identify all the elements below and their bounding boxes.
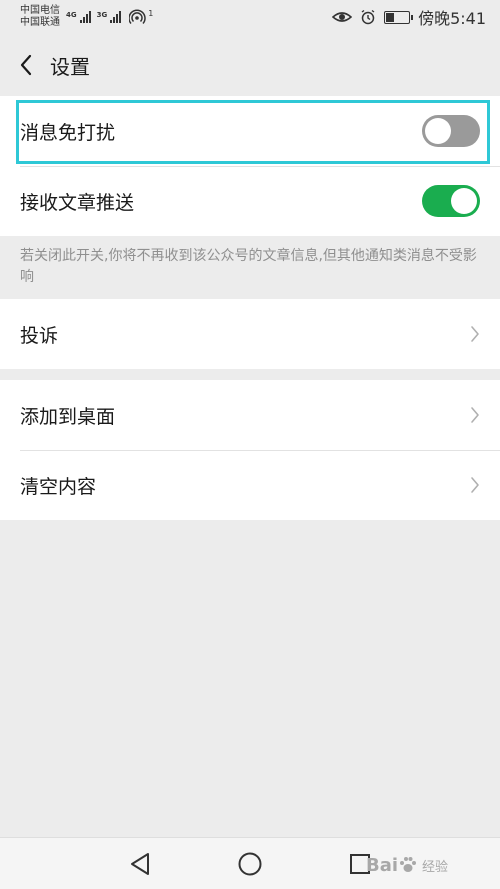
nav-home-button[interactable] (235, 849, 265, 879)
status-bar: 中国电信 中国联通 4G 3G 1 傍晚5:41 (0, 0, 500, 34)
chevron-right-icon (471, 407, 479, 423)
signal-icon (79, 11, 91, 23)
header: 设置 (0, 34, 500, 96)
watermark-sub: 经验 (422, 859, 449, 875)
signal-2: 3G (97, 11, 122, 23)
carrier-1: 中国电信 (20, 5, 60, 16)
back-button[interactable] (4, 34, 48, 96)
clear-content-label: 清空内容 (20, 475, 97, 498)
dnd-row[interactable]: 消息免打扰 (0, 96, 500, 166)
add-desktop-label: 添加到桌面 (20, 405, 116, 428)
status-time: 傍晚5:41 (418, 9, 486, 28)
push-toggle[interactable] (422, 185, 480, 217)
dnd-label: 消息免打扰 (20, 121, 116, 144)
watermark-text: Bai (366, 854, 399, 876)
add-desktop-row[interactable]: 添加到桌面 (0, 380, 500, 450)
carrier-names: 中国电信 中国联通 (20, 5, 60, 29)
dnd-toggle[interactable] (422, 115, 480, 147)
toggle-knob (425, 118, 451, 144)
clear-content-row[interactable]: 清空内容 (0, 450, 500, 520)
complain-row[interactable]: 投诉 (0, 299, 500, 369)
hotspot-count: 1 (148, 9, 154, 18)
back-triangle-icon (131, 852, 149, 875)
complain-group: 投诉 (0, 299, 500, 369)
eye-icon (332, 12, 353, 22)
net-type-2: 3G (96, 11, 108, 19)
nav-back-button[interactable] (125, 849, 155, 879)
carrier-2: 中国联通 (20, 17, 60, 28)
push-note: 若关闭此开关,你将不再收到该公众号的文章信息,但其他通知类消息不受影响 (20, 248, 477, 285)
hotspot-icon (129, 9, 146, 24)
push-row[interactable]: 接收文章推送 (0, 166, 500, 236)
paw-icon (400, 857, 417, 872)
chevron-right-icon (471, 326, 479, 342)
push-label: 接收文章推送 (20, 191, 135, 214)
content-actions-group: 添加到桌面 清空内容 (0, 380, 500, 520)
signal-icon (110, 11, 122, 23)
chevron-left-icon (20, 54, 32, 76)
signal-1: 4G (66, 11, 91, 23)
home-circle-icon (238, 852, 262, 875)
chevron-right-icon (471, 477, 479, 493)
battery-icon (384, 10, 414, 24)
battery-fill (386, 12, 394, 22)
net-type-1: 4G (66, 11, 77, 19)
page-title: 设置 (50, 54, 90, 79)
toggle-knob (451, 188, 477, 214)
baidu-watermark: Bai 经验 (364, 843, 494, 887)
alarm-icon (361, 9, 375, 25)
complain-label: 投诉 (20, 324, 59, 347)
notification-settings-group: 消息免打扰 接收文章推送 (0, 96, 500, 236)
